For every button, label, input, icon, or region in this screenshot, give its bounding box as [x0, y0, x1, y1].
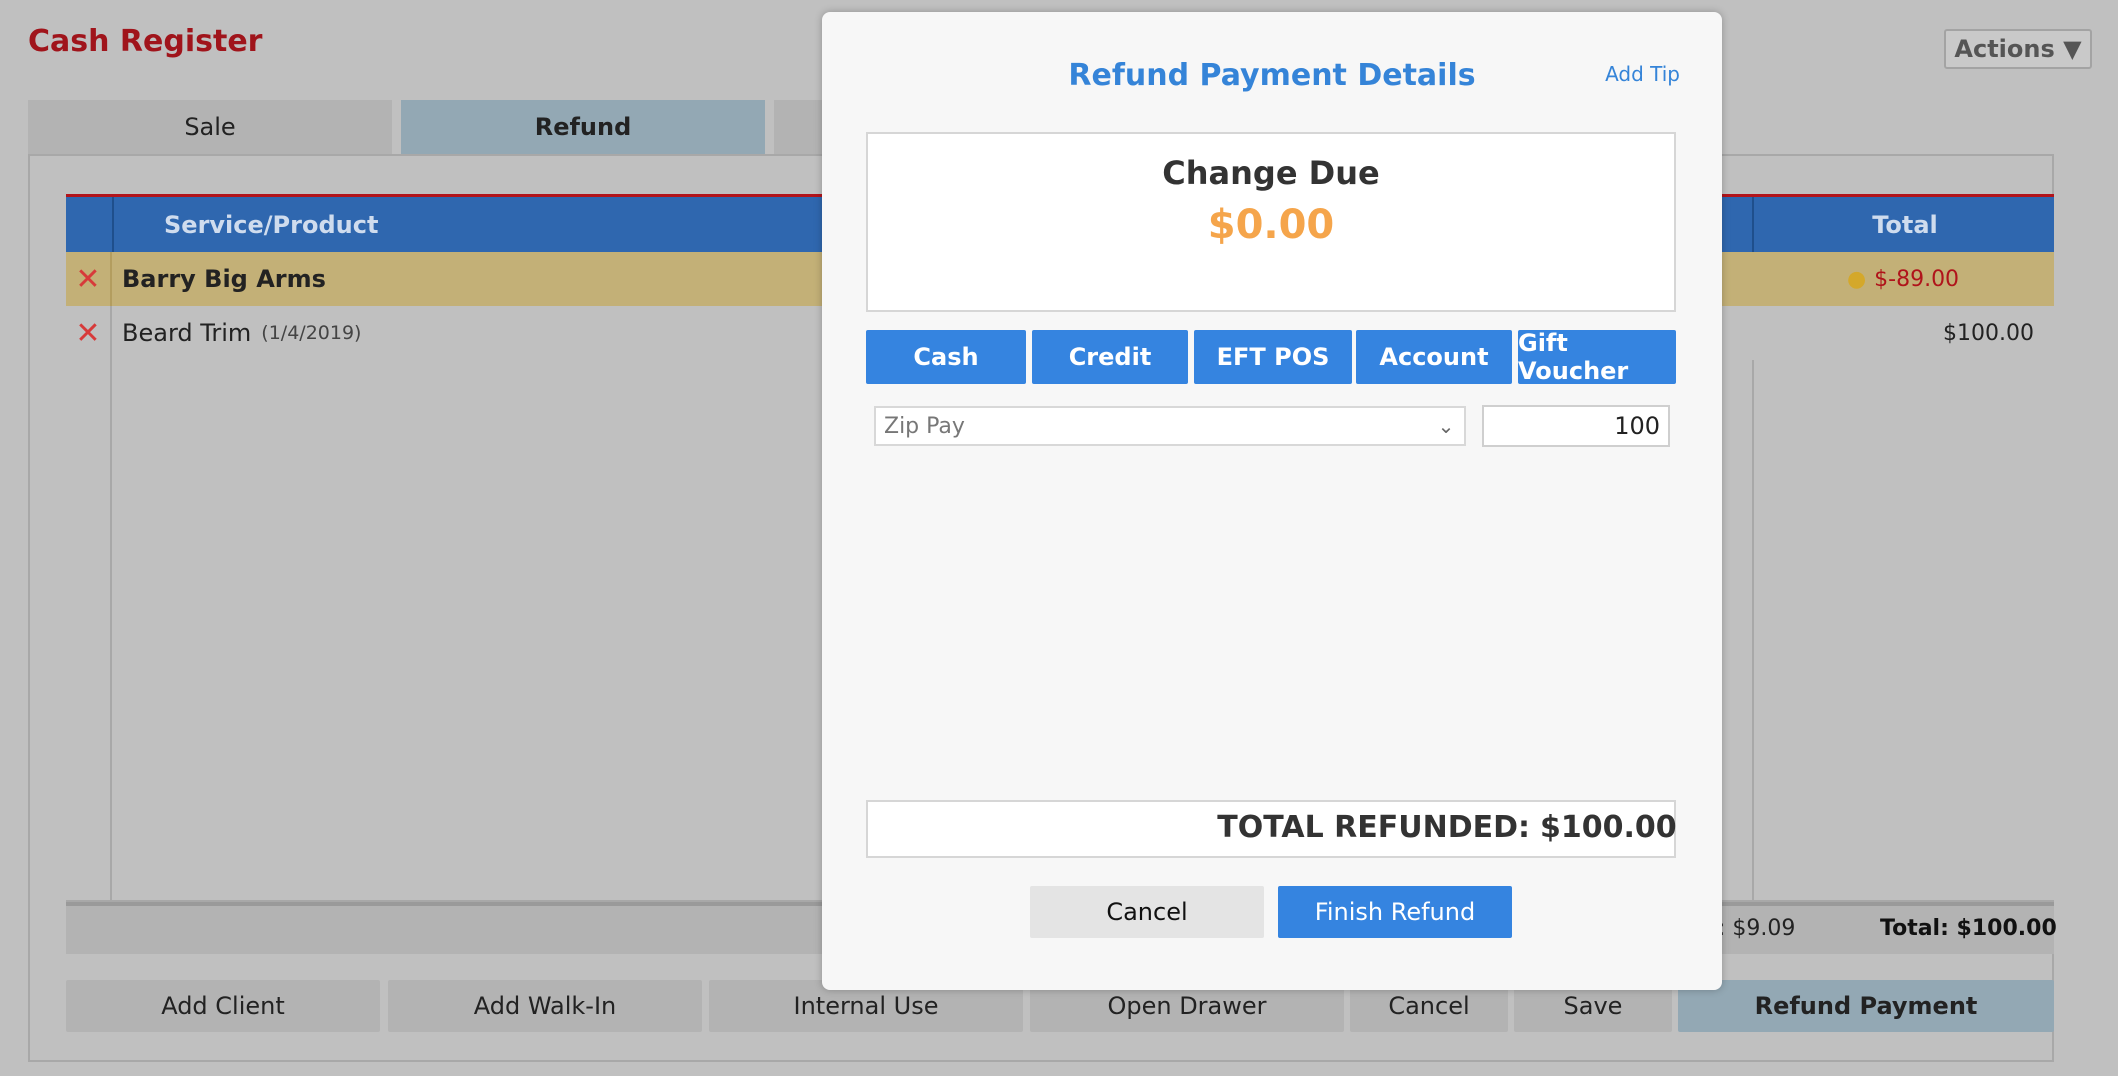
x-icon[interactable]: ✕ — [66, 306, 110, 360]
gift-voucher-button[interactable]: Gift Voucher — [1518, 329, 1676, 385]
item-date: (1/4/2019) — [261, 322, 362, 344]
tab-refund[interactable]: Refund — [401, 100, 765, 154]
coins-icon: ● — [1846, 266, 1867, 292]
item-name-cell: Beard Trim (1/4/2019) — [112, 306, 828, 360]
total-refunded-value: $100.00 — [1540, 810, 1677, 845]
x-icon[interactable]: ✕ — [66, 252, 110, 306]
remove-cell[interactable]: ✕ — [66, 252, 112, 306]
eft-pos-button[interactable]: EFT POS — [1194, 330, 1352, 384]
client-total-value: $-89.00 — [1874, 266, 1960, 292]
header-service-product: Service/Product — [112, 197, 828, 252]
refund-payment-button[interactable]: Refund Payment — [1678, 980, 2054, 1032]
client-name: Barry Big Arms — [122, 265, 326, 293]
credit-button[interactable]: Credit — [1032, 330, 1188, 384]
chevron-down-icon[interactable]: ⌄ — [1430, 410, 1462, 442]
cash-button[interactable]: Cash — [866, 330, 1026, 384]
account-button[interactable]: Account — [1356, 330, 1512, 384]
grand-total: Total: $100.00 — [1880, 916, 2057, 941]
refund-amount-input[interactable] — [1482, 405, 1670, 447]
actions-button[interactable]: Actions ▼ — [1944, 29, 2092, 69]
client-total: ● $-89.00 — [1752, 252, 2054, 306]
header-remove-column — [66, 197, 114, 252]
remove-cell[interactable]: ✕ — [66, 306, 112, 360]
payment-method-select[interactable]: Zip Pay — [874, 406, 1466, 446]
change-due-value: $0.00 — [1207, 202, 1335, 248]
total-refunded-label: TOTAL REFUNDED: — [1217, 810, 1530, 845]
page-title: Cash Register — [28, 24, 263, 59]
item-total: $100.00 — [1943, 320, 2034, 346]
tab-sale[interactable]: Sale — [28, 100, 392, 154]
change-due-label: Change Due — [1162, 154, 1380, 192]
header-total: Total — [1752, 197, 2056, 252]
finish-refund-button[interactable]: Finish Refund — [1278, 886, 1512, 938]
add-walk-in-button[interactable]: Add Walk-In — [388, 980, 702, 1032]
item-name: Beard Trim — [122, 319, 252, 347]
add-tip-link[interactable]: Add Tip — [1560, 62, 1680, 86]
modal-title: Refund Payment Details — [1068, 58, 1476, 93]
add-client-button[interactable]: Add Client — [66, 980, 380, 1032]
cancel-button[interactable]: Cancel — [1030, 886, 1264, 938]
